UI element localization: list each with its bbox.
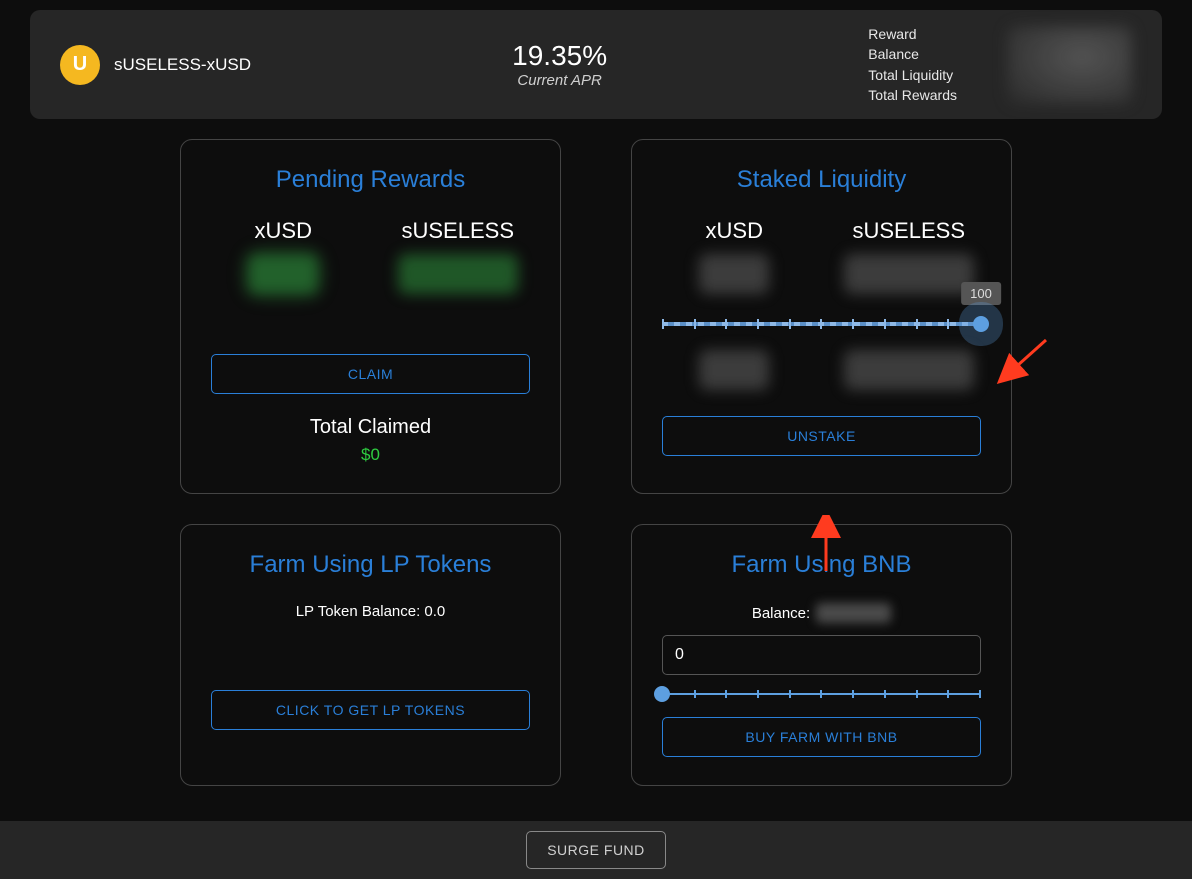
total-claimed-label: Total Claimed [211,416,530,439]
slider-track [662,322,981,326]
stat-total-liquidity: Total Liquidity [868,65,957,85]
surge-fund-button[interactable]: SURGE FUND [526,831,666,869]
stats-labels: Reward Balance Total Liquidity Total Rew… [868,24,957,105]
bnb-balance-label: Balance: [752,605,810,622]
token-icon: U [60,45,100,85]
unstake-button[interactable]: UNSTAKE [662,416,981,456]
bnb-balance-row: Balance: [662,603,981,623]
apr-value: 19.35% [512,40,607,72]
pending-rewards-card: Pending Rewards xUSD sUSELESS CLAIM Tota… [180,139,561,494]
apr-label: Current APR [512,72,607,89]
lp-balance-text: LP Token Balance: 0.0 [211,603,530,620]
stats-values-blurred [1007,26,1132,104]
pending-rewards-cols: xUSD sUSELESS [211,218,530,294]
staked-suseless-label: sUSELESS [837,218,982,244]
staked-xusd-label: xUSD [662,218,807,244]
buy-farm-bnb-button[interactable]: BUY FARM WITH BNB [662,717,981,757]
pending-suseless-value-blurred [398,254,518,294]
slider-thumb[interactable] [973,316,989,332]
header-bar: U sUSELESS-xUSD 19.35% Current APR Rewar… [30,10,1162,119]
get-lp-tokens-button[interactable]: CLICK TO GET LP TOKENS [211,690,530,730]
stat-reward: Reward [868,24,957,44]
bnb-slider-track [662,693,981,695]
staked-liquidity-card: Staked Liquidity xUSD sUSELESS 100 UNSTA… [631,139,1012,494]
bnb-slider-thumb[interactable] [654,686,670,702]
token-name: sUSELESS-xUSD [114,55,251,75]
slider-value-label: 100 [961,282,1001,305]
staked-suseless-value2-blurred [844,350,974,390]
pending-xusd-value-blurred [248,254,318,294]
footer-bar: SURGE FUND [0,821,1192,879]
farm-lp-card: Farm Using LP Tokens LP Token Balance: 0… [180,524,561,786]
header-right: Reward Balance Total Liquidity Total Rew… [868,24,1132,105]
slider-ticks [662,319,981,329]
cards-grid: Pending Rewards xUSD sUSELESS CLAIM Tota… [0,139,1192,786]
staked-xusd-value-blurred [699,254,769,294]
staked-xusd-value2-blurred [699,350,769,390]
farm-bnb-card: Farm Using BNB Balance: BUY FARM WITH BN… [631,524,1012,786]
header-center: 19.35% Current APR [512,40,607,89]
claim-button[interactable]: CLAIM [211,354,530,394]
farm-lp-title: Farm Using LP Tokens [211,551,530,579]
header-left: U sUSELESS-xUSD [60,45,251,85]
staked-liquidity-title: Staked Liquidity [662,166,981,194]
pending-xusd-label: xUSD [211,218,356,244]
bnb-slider[interactable] [662,693,981,695]
pending-rewards-title: Pending Rewards [211,166,530,194]
bnb-balance-value-blurred [816,603,891,623]
farm-bnb-title: Farm Using BNB [662,551,981,579]
stat-balance: Balance [868,44,957,64]
total-claimed-value: $0 [211,445,530,465]
staked-cols: xUSD sUSELESS [662,218,981,294]
bnb-amount-input[interactable] [662,635,981,675]
pending-suseless-label: sUSELESS [386,218,531,244]
staked-cols-bottom [662,350,981,390]
staked-suseless-value-blurred [844,254,974,294]
bnb-slider-ticks [662,690,981,698]
unstake-slider[interactable]: 100 [662,322,981,326]
stat-total-rewards: Total Rewards [868,85,957,105]
